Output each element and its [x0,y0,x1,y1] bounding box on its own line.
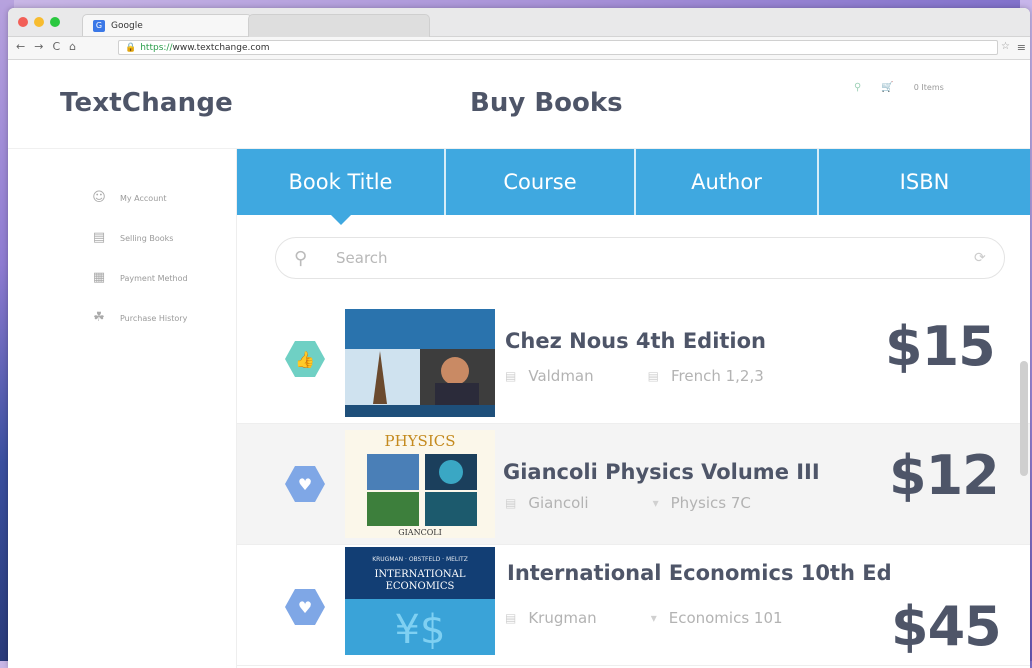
browser-window: G Google ← → C ⌂ 🔒 https://www.textchange… [8,8,1030,668]
book-course: Economics 101 [668,609,783,627]
author-icon: ▤ [505,611,517,625]
search-input[interactable] [334,248,974,268]
wallet-icon: ▦ [92,270,106,285]
svg-text:GIANCOLI: GIANCOLI [398,528,441,537]
header-actions: ⚲ 🛒 0 Items [854,82,944,93]
browser-tab-title: Google [111,20,143,31]
book-cover-image: KRUGMAN · OBSTFELD · MELITZ INTERNATIONA… [345,547,495,655]
book-list: 👍 Chez Nous 4th Edition ▤ Valdman ▤ Fren… [237,303,1030,666]
sidebar-item-purchase-history[interactable]: ☘ Purchase History [90,309,187,327]
book-author: Giancoli [528,494,589,512]
minimize-window-button[interactable] [34,17,44,27]
refresh-icon[interactable]: ⟳ [974,250,1004,266]
book-meta: ▤ Giancoli ▾ Physics 7C [505,494,751,512]
svg-text:PHYSICS: PHYSICS [384,432,455,450]
course-icon: ▤ [647,369,659,383]
book-title[interactable]: Chez Nous 4th Edition [505,329,766,353]
search-tabs: Book Title Course Author ISBN [237,149,1030,225]
main-content: Book Title Course Author ISBN ⚲ ⟳ 👍 [237,149,1030,668]
search-box: ⚲ ⟳ [275,237,1005,279]
heart-icon[interactable]: ♥ [285,466,325,502]
browser-menu-icon[interactable]: ≡ [1017,41,1026,54]
history-icon: ☘ [93,310,105,325]
book-title[interactable]: International Economics 10th Ed [507,561,892,585]
book-price: $45 [891,595,1002,658]
sidebar-item-selling-books[interactable]: ▤ Selling Books [90,229,174,247]
list-item[interactable]: ♥ KRUGMAN · OBSTFELD · MELITZ INTERNATIO… [237,545,1030,666]
page-title: Buy Books [470,88,623,118]
browser-tab-active[interactable]: G Google [82,14,252,36]
address-bar-row: ← → C ⌂ 🔒 https://www.textchange.com ☆ ≡ [8,37,1030,60]
url-text: www.textchange.com [172,43,270,53]
back-arrow-icon[interactable]: ← [16,40,25,53]
cart-icon[interactable]: 🛒 [881,82,893,93]
app-header: TextChange Buy Books ⚲ 🛒 0 Items [8,60,1030,149]
book-course: Physics 7C [670,494,751,512]
book-meta: ▤ Krugman ▾ Economics 101 [505,609,783,627]
list-item[interactable]: 👍 Chez Nous 4th Edition ▤ Valdman ▤ Fren… [237,303,1030,424]
tab-isbn[interactable]: ISBN [819,149,1030,215]
course-icon: ▾ [650,611,657,625]
book-price: $12 [889,444,1000,507]
heart-icon[interactable]: ♥ [285,589,325,625]
window-controls [18,17,60,27]
author-icon: ▤ [505,369,517,383]
nav-buttons: ← → C ⌂ [16,40,76,53]
course-icon: ▾ [652,496,659,510]
book-cover-image [345,309,495,417]
tab-author[interactable]: Author [636,149,819,215]
reload-icon[interactable]: C [52,40,60,53]
author-icon: ▤ [505,496,517,510]
user-icon[interactable]: ⚲ [854,82,861,93]
browser-tab-new[interactable] [248,14,430,37]
app-logo[interactable]: TextChange [60,88,233,118]
zoom-window-button[interactable] [50,17,60,27]
book-author: Valdman [528,367,594,385]
bookmark-icon[interactable]: ☆ [1001,41,1010,52]
user-icon: ☺ [92,190,106,205]
url-field[interactable]: 🔒 https://www.textchange.com [118,40,998,55]
book-course: French 1,2,3 [670,367,764,385]
list-scrollbar[interactable] [1020,361,1028,476]
app-root: TextChange Buy Books ⚲ 🛒 0 Items ☺ My Ac… [8,60,1030,668]
url-prefix: https:// [140,43,173,53]
forward-arrow-icon[interactable]: → [34,40,43,53]
browser-tab-bar: G Google [8,8,1030,37]
book-cover-art: KRUGMAN · OBSTFELD · MELITZ INTERNATIONA… [345,547,495,655]
google-favicon-icon: G [93,19,105,32]
book-cover-art [345,309,495,417]
svg-text:¥$: ¥$ [395,607,446,653]
cart-count-label[interactable]: 0 Items [914,83,944,92]
book-icon: ▤ [92,230,106,245]
svg-text:INTERNATIONAL: INTERNATIONAL [374,569,465,580]
sidebar-item-my-account[interactable]: ☺ My Account [90,189,166,207]
lock-icon: 🔒 [125,43,137,53]
book-meta: ▤ Valdman ▤ French 1,2,3 [505,367,764,385]
book-title[interactable]: Giancoli Physics Volume III [503,460,820,484]
sidebar-item-label: Selling Books [120,233,174,243]
sidebar-item-payment-method[interactable]: ▦ Payment Method [90,269,188,287]
svg-text:ECONOMICS: ECONOMICS [386,581,455,592]
home-icon[interactable]: ⌂ [69,40,76,53]
thumbs-up-icon[interactable]: 👍 [285,341,325,377]
search-icon: ⚲ [294,247,308,269]
book-cover-art: PHYSICS GIANCOLI [345,430,495,538]
sidebar: ☺ My Account ▤ Selling Books ▦ Payment M… [8,149,237,668]
tab-course[interactable]: Course [446,149,636,215]
svg-text:KRUGMAN · OBSTFELD · MELITZ: KRUGMAN · OBSTFELD · MELITZ [372,556,468,563]
book-author: Krugman [528,609,597,627]
search-row: ⚲ ⟳ [237,215,1030,303]
sidebar-item-label: Purchase History [120,313,188,323]
list-item[interactable]: ♥ PHYSICS GIANCOLI Giancoli Physics Volu… [237,424,1030,545]
sidebar-item-label: My Account [120,193,167,203]
sidebar-item-label: Payment Method [120,273,188,283]
tab-book-title[interactable]: Book Title [237,149,446,225]
close-window-button[interactable] [18,17,28,27]
book-price: $15 [885,315,996,378]
book-cover-image: PHYSICS GIANCOLI [345,430,495,538]
